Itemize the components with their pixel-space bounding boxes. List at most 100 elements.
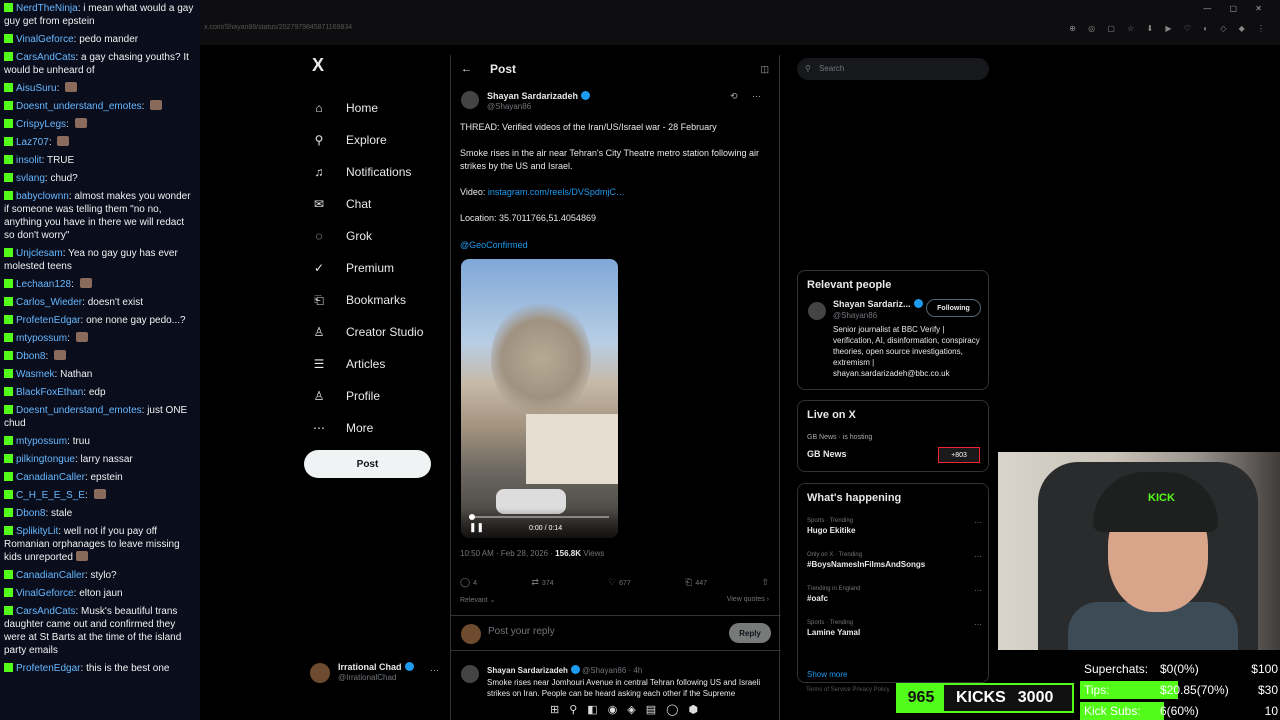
chat-text: larry nassar xyxy=(80,454,133,465)
badge-icon xyxy=(4,369,13,378)
chat-username[interactable]: ProfetenEdgar xyxy=(16,663,81,674)
chat-username[interactable]: svlang xyxy=(16,173,45,184)
reply-author[interactable]: Shayan Sardarizadeh @Shayan86 · 4h xyxy=(487,665,642,675)
chat-username[interactable]: Doesnt_understand_emotes xyxy=(16,405,142,416)
nav-item-grok[interactable]: ◌ Grok xyxy=(300,220,445,252)
taskbar-app-icon[interactable]: ⬢ xyxy=(688,703,698,716)
author-name[interactable]: Shayan Sardarizadeh xyxy=(487,91,591,101)
more-icon[interactable]: ⋯ xyxy=(430,665,439,676)
chat-username[interactable]: Lechaan128 xyxy=(16,279,71,290)
chat-username[interactable]: ProfetenEdgar xyxy=(16,315,81,326)
chat-username[interactable]: CanadianCaller xyxy=(16,570,85,581)
taskbar-app-icon[interactable]: ◉ xyxy=(608,703,618,716)
person-name[interactable]: Shayan Sardariz... xyxy=(833,299,923,309)
taskbar-app-icon[interactable]: ⚲ xyxy=(569,703,577,716)
chat-username[interactable]: mtypossum xyxy=(16,436,67,447)
person-handle[interactable]: @Shayan86 xyxy=(833,311,877,320)
chat-username[interactable]: VinalGeforce xyxy=(16,588,74,599)
trend-item[interactable]: Only on X · Trending #BoysNamesInFilmsAnd… xyxy=(807,552,982,569)
nav-item-creator-studio[interactable]: ♙ Creator Studio xyxy=(300,316,445,348)
trend-item[interactable]: Sports · Trending Lamine Yamal ⋯ xyxy=(807,620,982,637)
badge-icon xyxy=(4,3,13,12)
taskbar-app-icon[interactable]: ◈ xyxy=(627,703,635,716)
share-action[interactable]: ⇧ xyxy=(761,577,772,588)
extension-icons[interactable]: ⊕ ◎ ▢ ☆ ⬇ ▶ ♡ ◐ ◇ ◆ ⋮ xyxy=(1069,24,1270,33)
author-handle[interactable]: @Shayan86 xyxy=(487,102,531,111)
chat-username[interactable]: Carlos_Wieder xyxy=(16,297,82,308)
chat-username[interactable]: pilkingtongue xyxy=(16,454,75,465)
reply-action[interactable]: ◯ 4 xyxy=(460,577,477,588)
pause-icon[interactable]: ❚❚ xyxy=(469,522,484,533)
show-more-link[interactable]: Show more xyxy=(807,670,847,679)
chat-username[interactable]: C_H_E_E_S_E xyxy=(16,490,85,501)
repost-action[interactable]: ⇄ 374 xyxy=(531,577,553,588)
reply-sort[interactable]: Relevant ⌄ xyxy=(460,596,495,604)
chat-username[interactable]: mtypossum xyxy=(16,333,67,344)
chat-username[interactable]: Unjclesam xyxy=(16,248,63,259)
chat-username[interactable]: CanadianCaller xyxy=(16,472,85,483)
chat-text: truu xyxy=(72,436,90,447)
more-icon[interactable]: ⋯ xyxy=(974,586,982,595)
nav-item-articles[interactable]: ☰ Articles xyxy=(300,348,445,380)
chat-message: ProfetenEdgar: this is the best one xyxy=(4,662,196,675)
nav-item-profile[interactable]: ♙ Profile xyxy=(300,380,445,412)
more-icon[interactable]: ⋯ xyxy=(974,620,982,629)
chat-username[interactable]: insolit xyxy=(16,155,42,166)
nav-item-home[interactable]: ⌂ Home xyxy=(300,92,445,124)
nav-item-premium[interactable]: ✓ Premium xyxy=(300,252,445,284)
chat-username[interactable]: VinalGeforce xyxy=(16,34,74,45)
nav-item-more[interactable]: ⋯ More xyxy=(300,412,445,444)
nav-item-notifications[interactable]: ♫ Notifications xyxy=(300,156,445,188)
nav-item-explore[interactable]: ⚲ Explore xyxy=(300,124,445,156)
nav-label: Bookmarks xyxy=(346,293,407,307)
taskbar-app-icon[interactable]: ◯ xyxy=(666,703,678,716)
search-input[interactable]: ⚲ Search xyxy=(797,58,989,80)
post-button[interactable]: Post xyxy=(304,450,431,478)
chat-username[interactable]: BlackFoxEthan xyxy=(16,387,83,398)
bookmark-action[interactable]: ⎗ 447 xyxy=(685,577,707,588)
video-link[interactable]: instagram.com/reels/DVSpdmjC… xyxy=(488,187,625,197)
avatar[interactable] xyxy=(461,91,479,109)
chat-username[interactable]: CrispyLegs xyxy=(16,119,66,130)
chat-username[interactable]: Dbon8 xyxy=(16,351,45,362)
more-icon[interactable]: ⋯ xyxy=(974,518,982,527)
x-logo-icon[interactable]: X xyxy=(312,55,445,76)
nav-item-bookmarks[interactable]: ⎗ Bookmarks xyxy=(300,284,445,316)
video-player[interactable]: ❚❚ 0:00 / 0:14 xyxy=(461,259,618,538)
mention-link[interactable]: @GeoConfirmed xyxy=(460,239,775,252)
chat-username[interactable]: CarsAndCats xyxy=(16,52,75,63)
video-scrubber[interactable] xyxy=(469,514,475,520)
chat-username[interactable]: Laz707 xyxy=(16,137,49,148)
footer-links[interactable]: Terms of Service Privacy Policy xyxy=(806,687,890,693)
chat-username[interactable]: Dbon8 xyxy=(16,508,45,519)
like-action[interactable]: ♡ 677 xyxy=(608,577,631,588)
trend-item[interactable]: Trending in England #oafc ⋯ xyxy=(807,586,982,603)
chat-username[interactable]: Doesnt_understand_emotes xyxy=(16,101,142,112)
nav-item-chat[interactable]: ✉ Chat xyxy=(300,188,445,220)
reader-icon[interactable]: ◫ xyxy=(760,64,769,75)
chat-username[interactable]: babyclownn xyxy=(16,191,69,202)
more-icon[interactable]: ⋯ xyxy=(974,552,982,561)
chat-username[interactable]: Wasmek xyxy=(16,369,55,380)
live-on-x-card[interactable]: Live on X GB News · is hosting GB News +… xyxy=(797,400,989,472)
reply-button[interactable]: Reply xyxy=(729,623,771,643)
chat-username[interactable]: CarsAndCats xyxy=(16,606,75,617)
chat-username[interactable]: AisuSuru xyxy=(16,83,57,94)
reply-input[interactable]: Post your reply xyxy=(488,626,555,637)
window-controls[interactable]: — ▢ ✕ xyxy=(1203,4,1270,13)
view-quotes-link[interactable]: View quotes › xyxy=(727,596,769,603)
back-arrow-icon[interactable]: ← xyxy=(461,63,472,75)
avatar[interactable] xyxy=(808,302,826,320)
avatar[interactable] xyxy=(461,665,479,683)
post-menu-icon[interactable]: ⟲ ⋯ xyxy=(730,91,767,102)
live-name[interactable]: GB News xyxy=(807,449,847,459)
trend-item[interactable]: Sports · Trending Hugo Ekitike ⋯ xyxy=(807,518,982,535)
video-progress[interactable] xyxy=(469,514,609,520)
following-button[interactable]: Following xyxy=(926,299,981,317)
chat-username[interactable]: SplikityLit xyxy=(16,526,58,537)
address-bar[interactable]: x.com/Shayan86/status/202797984587116983… xyxy=(204,24,352,31)
taskbar-app-icon[interactable]: ▤ xyxy=(646,703,656,716)
taskbar-app-icon[interactable]: ⊞ xyxy=(550,703,559,716)
taskbar-app-icon[interactable]: ◧ xyxy=(587,703,597,716)
chat-username[interactable]: NerdTheNinja xyxy=(16,3,78,14)
